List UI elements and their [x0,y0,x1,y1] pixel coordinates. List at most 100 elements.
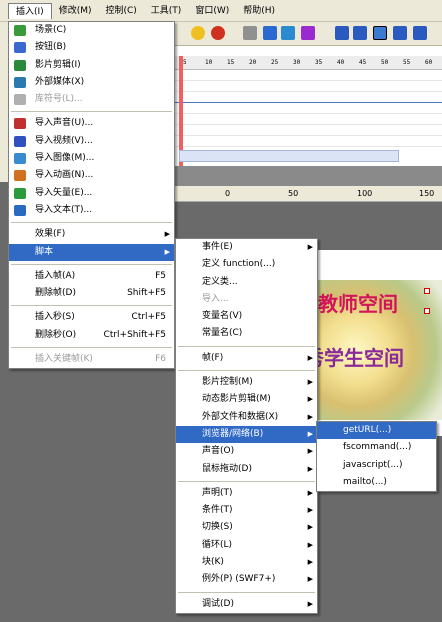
script_menu-item[interactable]: 动态影片剪辑(M) ▶ [176,391,317,408]
library-symbol-icon [14,94,26,106]
insert_menu-item[interactable]: 导入动画(N)... [9,167,174,184]
menu-item-label: 插入秒(S) [35,312,75,323]
selection-handle[interactable] [424,308,430,314]
submenu-arrow-icon: ▶ [164,247,170,256]
button-icon [14,42,26,54]
prev-frame-icon[interactable] [353,26,367,40]
menu-separator [11,305,172,307]
selection-handle[interactable] [424,288,430,294]
submenu-arrow-icon: ▶ [307,558,313,567]
edit-icon[interactable] [301,26,315,40]
menu-separator [11,222,172,224]
script_menu-item[interactable]: 常量名(C) [176,325,317,342]
menu-item-label: 帧(F) [202,352,224,363]
script_menu-item[interactable]: 条件(T) ▶ [176,502,317,519]
timeline-scrollbar[interactable] [179,150,399,162]
submenu-arrow-icon: ▶ [307,540,313,549]
stop-icon[interactable] [211,26,225,40]
menu-item-label: 外部文件和数据(X) [202,411,279,422]
insert_menu-item[interactable]: 导入声音(U)... [9,115,174,132]
script_menu-item[interactable]: 鼠标拖动(D) ▶ [176,461,317,478]
script_menu-item[interactable]: 声音(O) ▶ [176,443,317,460]
first-frame-icon[interactable] [335,26,349,40]
timeline-tick: 20 [249,59,257,66]
script_menu-item[interactable]: 浏览器/网络(B) ▶ [176,425,317,444]
play-frame-icon[interactable] [373,26,387,40]
timeline-icon[interactable] [281,26,295,40]
insert_menu-item[interactable]: 导入矢量(E)... [9,185,174,202]
submenu-arrow-icon: ▶ [307,506,313,515]
timeline-tick: 60 [425,59,433,66]
script_menu-item[interactable]: 块(K) ▶ [176,554,317,571]
external-media-icon [14,76,26,88]
script_menu-item[interactable]: 例外(P) (SWF7+) ▶ [176,571,317,588]
insert_menu-item[interactable]: 删除秒(O) Ctrl+Shift+F5 [9,327,174,344]
stage-canvas[interactable]: 教师空间 秀学生空间 [316,250,442,436]
menu-item-label: 导入文本(T)... [35,204,93,215]
browser_menu-item[interactable]: javascript(...) [317,457,436,474]
menu-shortcut: F5 [155,270,166,281]
menu-item-label: getURL(...) [343,425,392,435]
submenu-arrow-icon: ▶ [307,447,313,456]
insert_menu-item[interactable]: 导入视频(V)... [9,133,174,150]
menu-separator [178,591,315,593]
menubar-item-0[interactable]: 插入(I) [8,2,52,19]
timeline-tick: 50 [381,59,389,66]
script_menu-item[interactable]: 事件(E) ▶ [176,239,317,256]
menubar-item-3[interactable]: 工具(T) [144,3,189,19]
stage-ruler: 0 50 100 150 [175,186,442,202]
menubar-item-4[interactable]: 窗口(W) [188,3,236,19]
insert_menu-item[interactable]: 插入帧(A) F5 [9,268,174,285]
script_menu-item[interactable]: 帧(F) ▶ [176,350,317,367]
browser_menu-item[interactable]: mailto(...) [317,474,436,491]
timeline-ruler: 5 10 15 20 25 30 35 40 45 50 55 60 [175,56,442,70]
menu-item-label: 导入矢量(E)... [35,187,93,198]
menubar-item-1[interactable]: 修改(M) [52,3,99,19]
image-icon [14,153,26,165]
insert_menu-item[interactable]: 删除帧(D) Shift+F5 [9,285,174,302]
timeline-tick: 35 [315,59,323,66]
insert_menu-item[interactable]: 效果(F) ▶ [9,226,174,243]
menu-item-label: 导入视频(V)... [35,135,93,146]
script_menu-item[interactable]: 声明(T) ▶ [176,485,317,502]
insert_menu-item[interactable]: 导入图像(M)... [9,150,174,167]
last-frame-icon[interactable] [413,26,427,40]
script_menu-item[interactable]: 定义类... [176,274,317,291]
sound-icon [14,118,26,130]
insert_menu-item[interactable]: 插入秒(S) Ctrl+F5 [9,309,174,326]
insert_menu-item[interactable]: 外部媒体(X) [9,74,174,91]
menu-shortcut: F6 [155,354,166,365]
insert_menu-item[interactable]: 导入文本(T)... [9,202,174,219]
insert_menu-item[interactable]: 按钮(B) [9,39,174,56]
browser_menu-item[interactable]: getURL(...) [317,422,436,440]
script_menu-item[interactable]: 切换(S) ▶ [176,519,317,536]
script_menu-item[interactable]: 调试(D) ▶ [176,596,317,613]
stage-gap [175,166,442,186]
menu-item-label: 动态影片剪辑(M) [202,394,271,405]
script_menu-item[interactable]: 影片控制(M) ▶ [176,374,317,391]
menu-item-label: 库符号(L)... [35,94,83,105]
insert_menu-item[interactable]: 脚本 ▶ [9,243,174,261]
menubar-item-2[interactable]: 控制(C) [98,3,143,19]
vector-icon [14,187,26,199]
insert_menu-item[interactable]: 影片剪辑(I) [9,57,174,74]
submenu-arrow-icon: ▶ [307,412,313,421]
stage-ruler-tick: 150 [419,189,435,198]
insert-menu: 场景(C) 按钮(B) 影片剪辑(I) 外部媒体(X) 库符号(L)... 导入声音(U)… [8,21,175,370]
menubar-item-5[interactable]: 帮助(H) [236,3,282,19]
stop-square-icon[interactable] [243,26,257,40]
canvas-title-text[interactable]: 教师空间 [318,288,398,317]
canvas-subtitle-text[interactable]: 秀学生空间 [316,342,404,371]
script_menu-item[interactable]: 循环(L) ▶ [176,537,317,554]
next-frame-icon[interactable] [393,26,407,40]
browser_menu-item[interactable]: fscommand(...) [317,439,436,456]
timeline-panel[interactable]: 5 10 15 20 25 30 35 40 45 50 55 60 [175,46,442,166]
menu-item-label: javascript(...) [343,459,403,470]
play-icon[interactable] [263,26,277,40]
script_menu-item[interactable]: 定义 function(...) [176,256,317,273]
script_menu-item[interactable]: 外部文件和数据(X) ▶ [176,409,317,426]
help-icon[interactable] [191,26,205,40]
menu-separator [11,111,172,113]
insert_menu-item[interactable]: 场景(C) [9,22,174,39]
script_menu-item[interactable]: 变量名(V) [176,308,317,325]
